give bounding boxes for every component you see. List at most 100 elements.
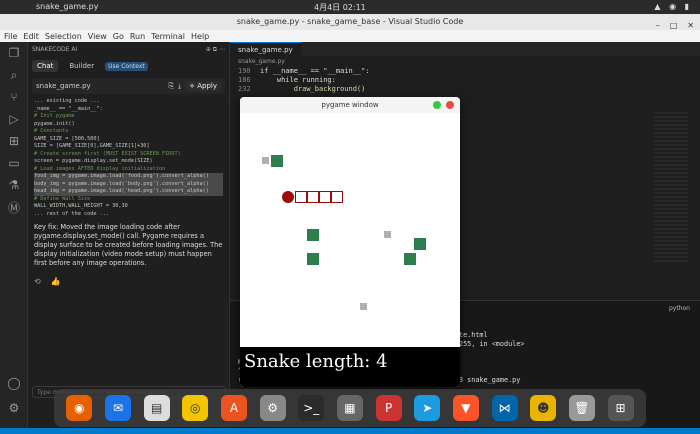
pygame-window[interactable]: pygame window Snake length: 4 bbox=[240, 97, 460, 387]
code-line[interactable]: 232 draw_background() bbox=[230, 85, 700, 94]
minimap[interactable] bbox=[654, 112, 688, 262]
activity-bar: ❐ ⌕ ⑂ ▷ ⊞ ▭ ⚗ Ⓜ ◯ ⚙ bbox=[0, 42, 28, 434]
code-line[interactable]: 190 if __name__ == "__main__": bbox=[230, 67, 700, 76]
fix-explanation: Key fix: Moved the image loading code af… bbox=[34, 223, 223, 267]
pygame-maximize-icon[interactable] bbox=[433, 101, 441, 109]
game-app-icon[interactable]: ☻ bbox=[530, 395, 557, 421]
pygame-title-bar: pygame window bbox=[240, 97, 460, 113]
menu-selection[interactable]: Selection bbox=[45, 32, 82, 41]
code-line: body_img = pygame.image.load('body.png')… bbox=[34, 180, 223, 188]
insert-icon[interactable]: ⤓ bbox=[178, 82, 181, 91]
firefox-icon[interactable]: ◉ bbox=[66, 395, 93, 421]
explorer-icon[interactable]: ❐ bbox=[0, 42, 28, 64]
code-line: head_img = pygame.image.load('head.png')… bbox=[34, 188, 223, 196]
tab-chat[interactable]: Chat bbox=[32, 60, 59, 72]
copy-icon[interactable]: ⎘ bbox=[168, 82, 174, 91]
code-line: pygame.init() bbox=[34, 120, 75, 127]
menu-file[interactable]: File bbox=[4, 32, 17, 41]
tab-builder[interactable]: Builder bbox=[64, 60, 99, 72]
app-dock: ◉ ✉ ▤ ◎ A ⚙ >_ ▦ P ➤ ▼ ⋈ ☻ 🗑 ⊞ bbox=[54, 389, 646, 427]
line-number: 232 bbox=[238, 85, 251, 93]
gear-icon[interactable]: ⚙ bbox=[0, 397, 28, 419]
food-item bbox=[307, 253, 319, 265]
editor-tab-snake-game[interactable]: snake_game.py bbox=[230, 42, 301, 56]
pygame-close-icon[interactable] bbox=[446, 101, 454, 109]
wall-block bbox=[262, 157, 269, 164]
ubuntu-software-icon[interactable]: A bbox=[220, 395, 247, 421]
wall-block bbox=[384, 231, 391, 238]
terminal-icon[interactable]: >_ bbox=[298, 395, 325, 421]
terminal-shell-label[interactable]: python bbox=[669, 305, 690, 312]
line-text: if __name__ == "__main__": bbox=[260, 67, 370, 75]
remote-icon[interactable]: ▭ bbox=[0, 152, 28, 174]
testing-icon[interactable]: ⚗ bbox=[0, 174, 28, 196]
food-item bbox=[271, 155, 283, 167]
files-icon[interactable]: ▤ bbox=[143, 395, 170, 421]
snake-body bbox=[295, 191, 307, 203]
snake-body bbox=[331, 191, 343, 203]
editor-app-icon[interactable]: ▦ bbox=[336, 395, 363, 421]
thunderbird-icon[interactable]: ✉ bbox=[104, 395, 131, 421]
panel-actions-icon[interactable]: ⊕ ⧉ ⋯ bbox=[206, 46, 225, 56]
run-debug-icon[interactable]: ▷ bbox=[0, 108, 28, 130]
menu-run[interactable]: Run bbox=[130, 32, 145, 41]
ai-chat-icon[interactable]: Ⓜ bbox=[0, 196, 28, 218]
account-icon[interactable]: ◯ bbox=[0, 372, 28, 394]
os-top-bar: snake_game.py 4月4日 02:11 ▲ ◉ ▮ bbox=[0, 0, 700, 14]
menu-go[interactable]: Go bbox=[113, 32, 124, 41]
game-board: Snake length: 4 bbox=[240, 113, 460, 387]
snake-body bbox=[307, 191, 319, 203]
line-text: draw_background() bbox=[260, 85, 366, 93]
code-block-header: snake_game.py ⎘ ⤓ + Apply bbox=[32, 78, 225, 94]
code-line: _name__ == "__main__": bbox=[34, 105, 103, 112]
os-active-app[interactable]: snake_game.py bbox=[36, 2, 98, 11]
chat-panel-title: SNAKECODE AI bbox=[32, 46, 78, 53]
score-display: Snake length: 4 bbox=[240, 347, 460, 387]
menu-edit[interactable]: Edit bbox=[23, 32, 39, 41]
trash-icon[interactable]: 🗑 bbox=[568, 395, 595, 421]
editor-tabs: snake_game.py bbox=[230, 42, 700, 56]
settings-icon[interactable]: ⚙ bbox=[259, 395, 286, 421]
suggested-code: ... existing code ... _name__ == "__main_… bbox=[28, 96, 229, 220]
code-line[interactable]: 186 while running: bbox=[230, 76, 700, 85]
retry-icon[interactable]: ⟲ bbox=[34, 277, 41, 286]
menu-view[interactable]: View bbox=[88, 32, 107, 41]
apply-button[interactable]: + Apply bbox=[185, 81, 221, 91]
telegram-icon[interactable]: ➤ bbox=[414, 395, 441, 421]
snake-head bbox=[282, 191, 294, 203]
food-item bbox=[414, 238, 426, 250]
code-line: screen = pygame.display.set_mode(SIZE) bbox=[34, 158, 153, 164]
window-title: snake_game.py - snake_game_base - Visual… bbox=[236, 17, 464, 26]
snake-body bbox=[319, 191, 331, 203]
menu-bar: File Edit Selection View Go Run Terminal… bbox=[0, 30, 700, 42]
code-line: # Define Wall Size bbox=[34, 195, 91, 202]
context-badge[interactable]: Use Context bbox=[105, 61, 148, 71]
window-title-bar: snake_game.py - snake_game_base - Visual… bbox=[0, 14, 700, 30]
chat-panel-header: SNAKECODE AI ⊕ ⧉ ⋯ bbox=[28, 42, 229, 56]
vscode-icon[interactable]: ⋈ bbox=[491, 395, 518, 421]
source-control-icon[interactable]: ⑂ bbox=[0, 86, 28, 108]
breadcrumb[interactable]: snake_game.py bbox=[230, 56, 700, 67]
code-line: SIZE = [GAME_SIZE[0],GAME_SIZE[1]+30] bbox=[34, 143, 150, 149]
extensions-icon[interactable]: ⊞ bbox=[0, 130, 28, 152]
app-grid-icon[interactable]: ⊞ bbox=[607, 395, 634, 421]
food-item bbox=[404, 253, 416, 265]
rhythmbox-icon[interactable]: ◎ bbox=[182, 395, 209, 421]
os-indicators[interactable]: ▲ ◉ ▮ bbox=[654, 2, 692, 11]
code-line: # Constants bbox=[34, 128, 69, 134]
thumbs-icon[interactable]: 👍 bbox=[51, 277, 61, 286]
line-text: while running: bbox=[260, 76, 336, 84]
wall-block bbox=[360, 303, 367, 310]
chat-tabs: Chat Builder Use Context bbox=[28, 56, 229, 76]
code-block-filename: snake_game.py bbox=[36, 82, 91, 90]
menu-help[interactable]: Help bbox=[191, 32, 209, 41]
message-actions: ⟲ 👍 bbox=[28, 271, 229, 292]
menu-terminal[interactable]: Terminal bbox=[151, 32, 185, 41]
search-icon[interactable]: ⌕ bbox=[0, 64, 28, 86]
food-item bbox=[307, 229, 319, 241]
brave-icon[interactable]: ▼ bbox=[452, 395, 479, 421]
pes-icon[interactable]: P bbox=[375, 395, 402, 421]
pygame-title: pygame window bbox=[321, 101, 379, 109]
os-clock[interactable]: 4月4日 02:11 bbox=[314, 2, 366, 13]
code-line: ... existing code ... bbox=[34, 98, 100, 104]
